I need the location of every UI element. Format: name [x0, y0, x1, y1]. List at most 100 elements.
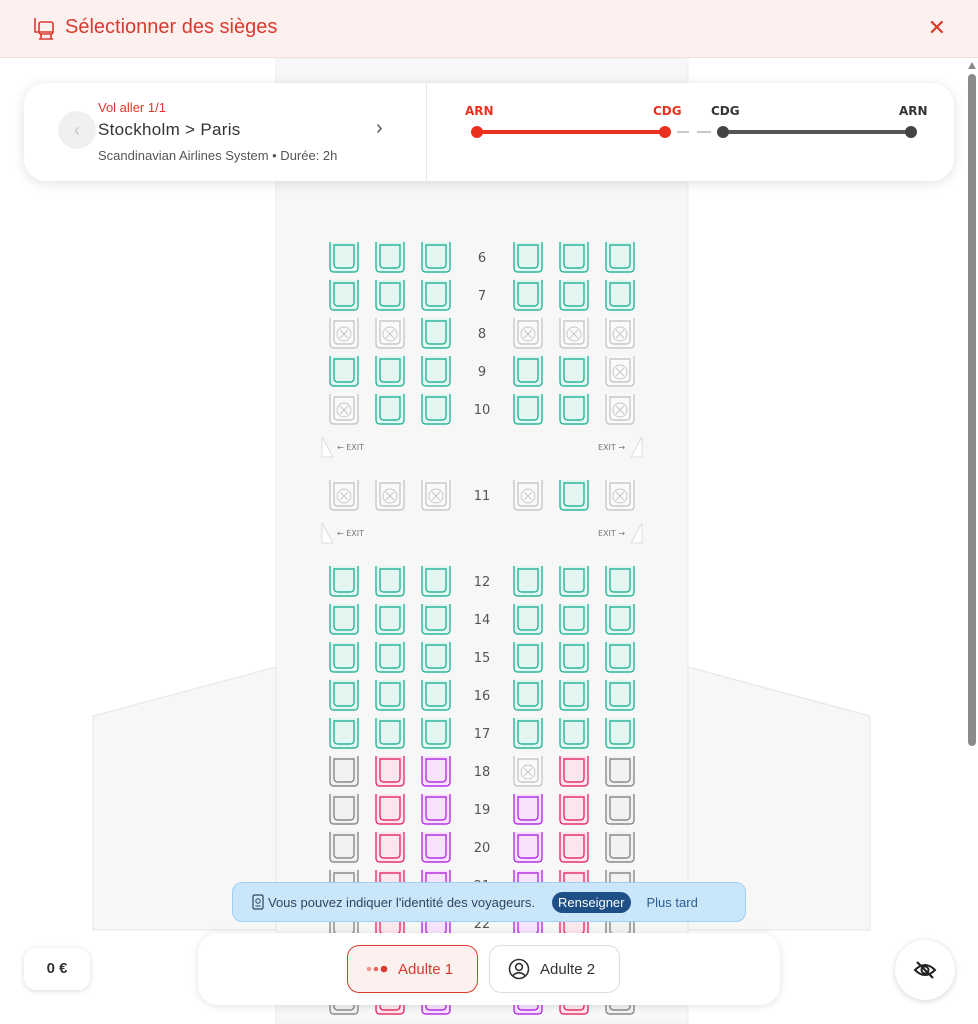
seat[interactable]	[513, 242, 543, 273]
seat	[605, 794, 635, 825]
seat	[559, 318, 589, 349]
seat	[375, 756, 405, 787]
seat[interactable]	[559, 356, 589, 387]
seat[interactable]	[375, 394, 405, 425]
seat[interactable]	[559, 680, 589, 711]
close-icon[interactable]: ✕	[928, 17, 946, 39]
seat[interactable]	[559, 480, 589, 511]
seat[interactable]	[329, 718, 359, 749]
timeline-code: ARN	[899, 104, 928, 118]
seat[interactable]	[329, 642, 359, 673]
flight-timeline: ARN CDG CDG ARN	[427, 83, 954, 181]
passenger-tab-adult-2[interactable]: Adulte 2	[489, 945, 620, 993]
passenger-tab-adult-1[interactable]: Adulte 1	[347, 945, 478, 993]
seat	[605, 356, 635, 387]
toggle-visibility-button[interactable]	[895, 940, 955, 1000]
flight-selector: ‹ Vol aller 1/1 Stockholm > Paris Scandi…	[24, 83, 427, 181]
seat[interactable]	[513, 394, 543, 425]
seat[interactable]	[513, 280, 543, 311]
seat[interactable]	[559, 394, 589, 425]
seat[interactable]	[329, 680, 359, 711]
seat	[605, 480, 635, 511]
seat[interactable]	[375, 642, 405, 673]
seat[interactable]	[513, 642, 543, 673]
seat[interactable]	[375, 242, 405, 273]
seat[interactable]	[513, 604, 543, 635]
seat[interactable]	[375, 680, 405, 711]
exit-label-left: ← EXIT	[337, 443, 364, 452]
seat[interactable]	[605, 242, 635, 273]
seat[interactable]	[421, 566, 451, 597]
seat	[375, 480, 405, 511]
seat[interactable]	[513, 356, 543, 387]
seat-icon	[34, 18, 54, 40]
seat[interactable]	[421, 394, 451, 425]
seat	[329, 394, 359, 425]
seat	[421, 832, 451, 863]
row-number: 8	[478, 327, 486, 342]
seat[interactable]	[513, 718, 543, 749]
row-number: 18	[474, 765, 491, 780]
seat[interactable]	[375, 604, 405, 635]
seat[interactable]	[559, 242, 589, 273]
seat	[513, 794, 543, 825]
seat	[421, 480, 451, 511]
seat[interactable]	[421, 318, 451, 349]
seat[interactable]	[421, 356, 451, 387]
seat-map: 6 7 8 9 10 ← EXIT EXIT → 11 ← EXIT EXIT → 12 14 15 16…	[92, 58, 871, 1024]
seat[interactable]	[329, 280, 359, 311]
scrollbar-thumb[interactable]	[968, 74, 976, 746]
seat[interactable]	[605, 718, 635, 749]
seat[interactable]	[559, 280, 589, 311]
seat[interactable]	[421, 604, 451, 635]
timeline-graphic	[471, 126, 917, 138]
seat[interactable]	[375, 280, 405, 311]
seat[interactable]	[375, 566, 405, 597]
seat[interactable]	[605, 280, 635, 311]
seat[interactable]	[559, 642, 589, 673]
seat[interactable]	[421, 642, 451, 673]
later-button[interactable]: Plus tard	[647, 895, 698, 910]
fill-in-button[interactable]: Renseigner	[552, 891, 631, 913]
seat	[513, 832, 543, 863]
scrollbar[interactable]	[966, 60, 978, 1024]
previous-flight-button[interactable]: ‹	[58, 111, 96, 149]
seat[interactable]	[329, 356, 359, 387]
seat[interactable]	[329, 566, 359, 597]
seat	[421, 756, 451, 787]
flight-airline: Scandinavian Airlines System • Durée: 2h	[98, 148, 338, 163]
seat[interactable]	[421, 718, 451, 749]
seat[interactable]	[559, 566, 589, 597]
row-number: 16	[474, 689, 491, 704]
modal-title: Sélectionner des sièges	[65, 16, 278, 38]
seat[interactable]	[559, 604, 589, 635]
seat	[605, 832, 635, 863]
eye-off-icon	[913, 961, 937, 979]
row-number: 7	[478, 289, 486, 304]
seat	[329, 756, 359, 787]
seat[interactable]	[421, 242, 451, 273]
seat[interactable]	[559, 718, 589, 749]
seat[interactable]	[605, 566, 635, 597]
seat[interactable]	[605, 642, 635, 673]
seat[interactable]	[375, 356, 405, 387]
seat[interactable]	[421, 280, 451, 311]
identity-toast: Vous pouvez indiquer l'identité des voya…	[232, 882, 746, 922]
seat[interactable]	[421, 680, 451, 711]
seat[interactable]	[513, 566, 543, 597]
next-flight-button[interactable]: ›	[376, 117, 383, 140]
seat[interactable]	[329, 242, 359, 273]
timeline-code: ARN	[465, 104, 494, 118]
scroll-up-arrow[interactable]	[968, 62, 976, 69]
seat[interactable]	[329, 604, 359, 635]
seat[interactable]	[513, 680, 543, 711]
seat[interactable]	[605, 680, 635, 711]
seat	[329, 318, 359, 349]
modal-header: Sélectionner des sièges ✕	[0, 0, 978, 58]
seat	[559, 794, 589, 825]
seat[interactable]	[375, 718, 405, 749]
seat	[605, 394, 635, 425]
seat	[513, 318, 543, 349]
seat[interactable]	[605, 604, 635, 635]
selecting-dots-icon	[366, 965, 388, 973]
